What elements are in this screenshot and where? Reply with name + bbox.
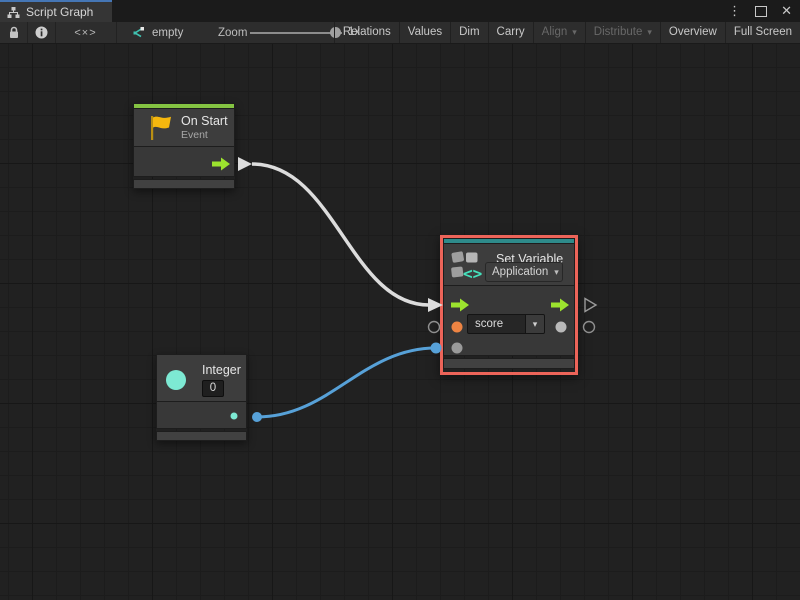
variables-icon: <> <box>449 248 485 284</box>
tab-title: Script Graph <box>26 5 93 19</box>
zoom-slider-track[interactable] <box>250 32 342 34</box>
full-screen-button[interactable]: Full Screen <box>725 22 800 43</box>
lock-button[interactable] <box>0 22 28 43</box>
variable-scope-dropdown[interactable]: Application <box>485 262 563 282</box>
info-icon <box>35 26 48 39</box>
node-title: Integer <box>202 363 241 377</box>
svg-text:<>: <> <box>463 264 482 283</box>
window-menu-icon[interactable]: ⋮ <box>728 0 741 22</box>
graph-toolbar: <×> empty Zoom 1x Relations Values Dim C… <box>0 22 800 44</box>
graph-canvas[interactable] <box>0 44 800 600</box>
on-start-body <box>133 146 235 177</box>
code-view-button[interactable]: <×> <box>55 22 117 43</box>
integer-value-field[interactable]: 0 <box>202 380 224 397</box>
distribute-dropdown-button[interactable]: Distribute <box>585 22 660 43</box>
align-dropdown-button[interactable]: Align <box>533 22 585 43</box>
window-maximize-icon[interactable] <box>755 6 767 17</box>
lock-icon <box>8 26 20 39</box>
integer-header: Integer 0 <box>156 354 247 402</box>
variable-name-value: score <box>468 315 525 333</box>
carry-button[interactable]: Carry <box>488 22 533 43</box>
dim-button[interactable]: Dim <box>450 22 487 43</box>
tab-script-graph[interactable]: Script Graph <box>0 0 112 22</box>
title-bar: Script Graph ⋮ ✕ <box>0 0 800 22</box>
variable-name-dropdown[interactable]: score <box>467 314 545 334</box>
values-button[interactable]: Values <box>399 22 450 43</box>
code-view-icon: <×> <box>74 27 96 39</box>
overview-button[interactable]: Overview <box>660 22 725 43</box>
relations-button[interactable]: Relations <box>334 22 399 43</box>
set-variable-footer <box>443 358 575 369</box>
chevron-down-icon[interactable] <box>525 315 544 333</box>
integer-type-icon <box>166 370 186 390</box>
connection-icon <box>130 26 145 39</box>
node-set-variable[interactable]: <> Set Variable Application score <box>440 235 578 375</box>
node-subtitle: Event <box>181 129 228 141</box>
integer-footer <box>156 431 247 441</box>
script-graph-window: Script Graph ⋮ ✕ <×> <box>0 0 800 600</box>
on-start-header: On Start Event <box>133 108 235 147</box>
node-integer[interactable]: Integer 0 <box>156 354 247 441</box>
on-start-footer <box>133 179 235 189</box>
context-indicator[interactable]: empty <box>130 22 183 43</box>
info-button[interactable] <box>27 22 56 43</box>
window-controls: ⋮ ✕ <box>728 0 792 22</box>
graph-hierarchy-icon <box>7 6 20 19</box>
zoom-label: Zoom <box>218 22 247 43</box>
node-on-start[interactable]: On Start Event <box>133 103 235 189</box>
node-title: On Start <box>181 114 228 128</box>
toolbar-button-group: Relations Values Dim Carry Align Distrib… <box>334 22 800 43</box>
window-close-icon[interactable]: ✕ <box>781 0 792 22</box>
flag-icon <box>148 114 173 142</box>
integer-body <box>156 401 247 429</box>
context-label: empty <box>152 27 183 39</box>
